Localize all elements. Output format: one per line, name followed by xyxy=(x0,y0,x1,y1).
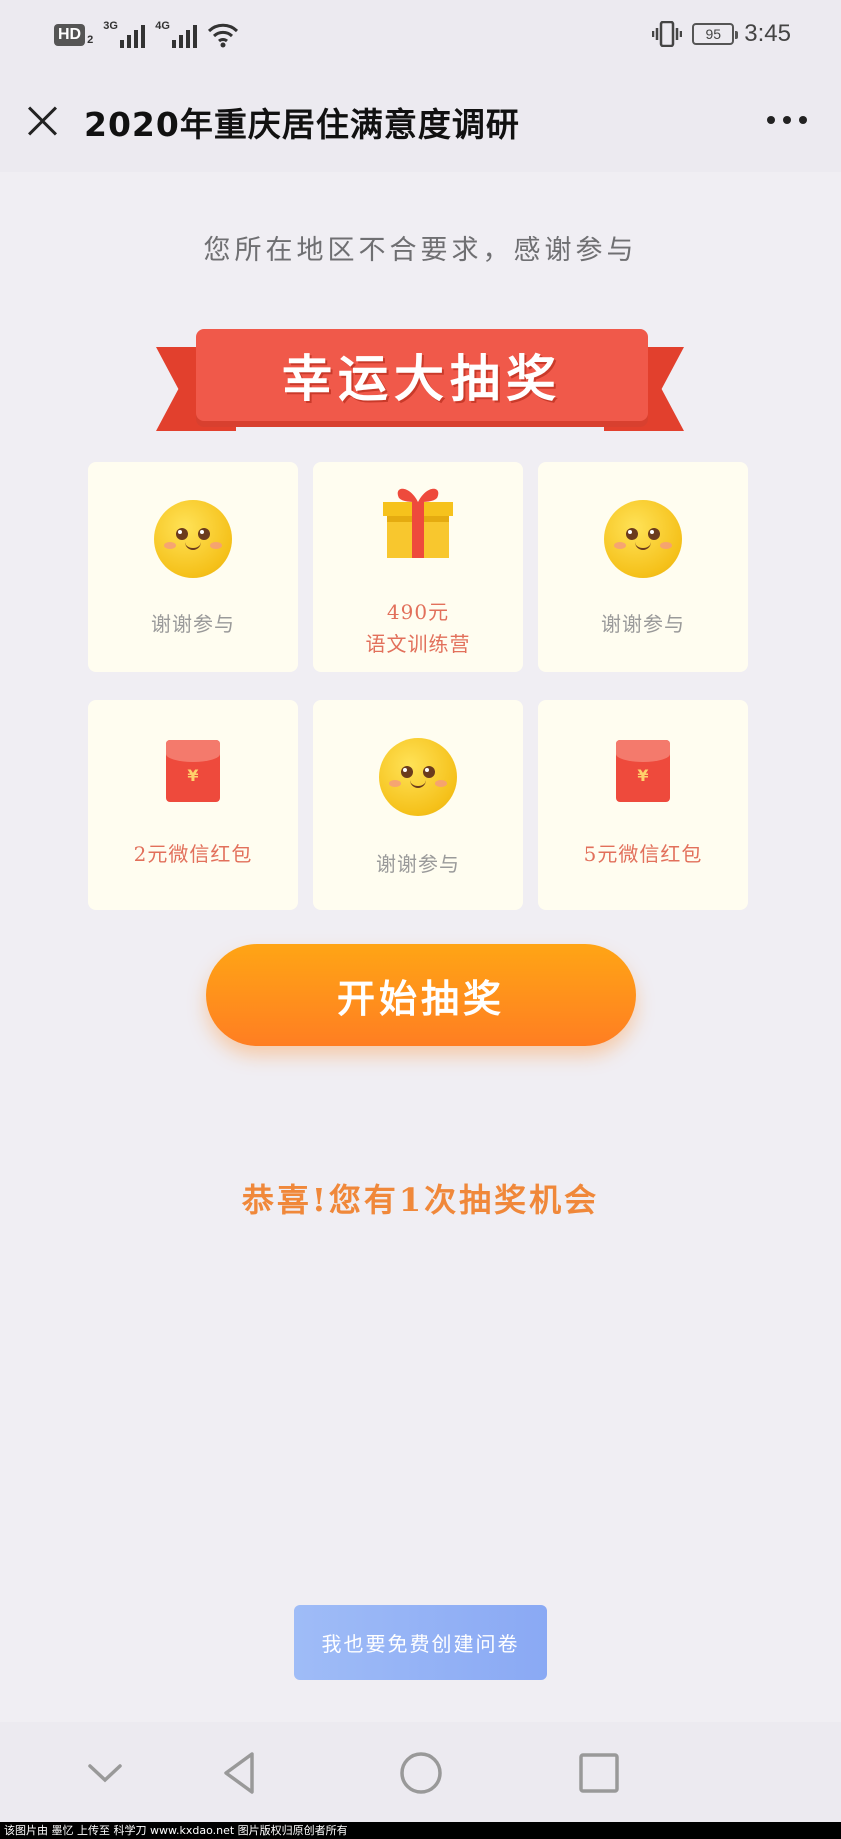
home-circle-icon[interactable] xyxy=(398,1750,444,1796)
watermark-text: 该图片由 墨忆 上传至 科学刀 www.kxdao.net 图片版权归原创者所有 xyxy=(0,1822,841,1839)
smiley-icon xyxy=(379,738,457,816)
clock: 3:45 xyxy=(744,20,791,47)
region-notice: 您所在地区不合要求，感谢参与 xyxy=(203,235,638,266)
back-triangle-icon[interactable] xyxy=(218,1750,264,1796)
lottery-banner: 幸运大抽奖 xyxy=(156,325,684,435)
prize-card-redpack-5: ¥ 5元微信红包 xyxy=(538,700,748,910)
net-label-4g: 4G xyxy=(155,20,170,32)
signal-3g-icon: 3G xyxy=(103,20,146,50)
prize-label: 5元微信红包 xyxy=(583,842,703,866)
prize-label: 谢谢参与 xyxy=(601,612,685,636)
create-survey-button[interactable]: 我也要免费创建问卷 xyxy=(294,1605,547,1680)
status-bar: HD 2 3G 4G 95 3:45 xyxy=(0,0,841,72)
chevron-down-icon[interactable] xyxy=(82,1750,128,1796)
net-label-3g: 3G xyxy=(103,20,118,32)
red-envelope-icon: ¥ xyxy=(616,740,670,802)
start-lottery-button[interactable]: 开始抽奖 xyxy=(206,944,636,1046)
prize-label: 谢谢参与 xyxy=(376,852,460,876)
prize-label: 2元微信红包 xyxy=(133,842,253,866)
prize-card-thanks-3: 谢谢参与 xyxy=(313,700,523,910)
chance-text: 恭喜!您有1次抽奖机会 xyxy=(241,1181,600,1219)
title-bar: 2020年重庆居住满意度调研 xyxy=(0,72,841,172)
prize-card-thanks-1: 谢谢参与 xyxy=(88,462,298,672)
hd-badge: HD xyxy=(54,24,86,46)
vibrate-icon xyxy=(652,21,683,47)
banner-main: 幸运大抽奖 xyxy=(196,329,648,421)
more-options-icon[interactable] xyxy=(767,116,807,124)
gift-icon xyxy=(383,488,453,558)
prize-label: 谢谢参与 xyxy=(151,612,235,636)
close-icon[interactable] xyxy=(24,102,60,138)
prize-card-thanks-2: 谢谢参与 xyxy=(538,462,748,672)
prize-card-redpack-2: ¥ 2元微信红包 xyxy=(88,700,298,910)
banner-title: 幸运大抽奖 xyxy=(282,350,562,408)
page-title: 2020年重庆居住满意度调研 xyxy=(84,105,520,144)
red-envelope-icon: ¥ xyxy=(166,740,220,802)
wifi-icon xyxy=(208,23,239,48)
smiley-icon xyxy=(154,500,232,578)
prize-label: 语文训练营 xyxy=(365,632,471,656)
signal-4g-icon: 4G xyxy=(155,20,198,50)
hd-sub: 2 xyxy=(87,34,94,46)
prize-card-gift: 490元 语文训练营 xyxy=(313,462,523,672)
smiley-icon xyxy=(604,500,682,578)
prize-value: 490元 xyxy=(386,600,450,624)
status-right: 95 3:45 xyxy=(652,20,791,48)
status-left: HD 2 3G 4G xyxy=(54,20,239,50)
recent-apps-icon[interactable] xyxy=(576,1750,622,1796)
system-nav-bar xyxy=(0,1722,841,1822)
battery-icon: 95 xyxy=(692,23,739,45)
